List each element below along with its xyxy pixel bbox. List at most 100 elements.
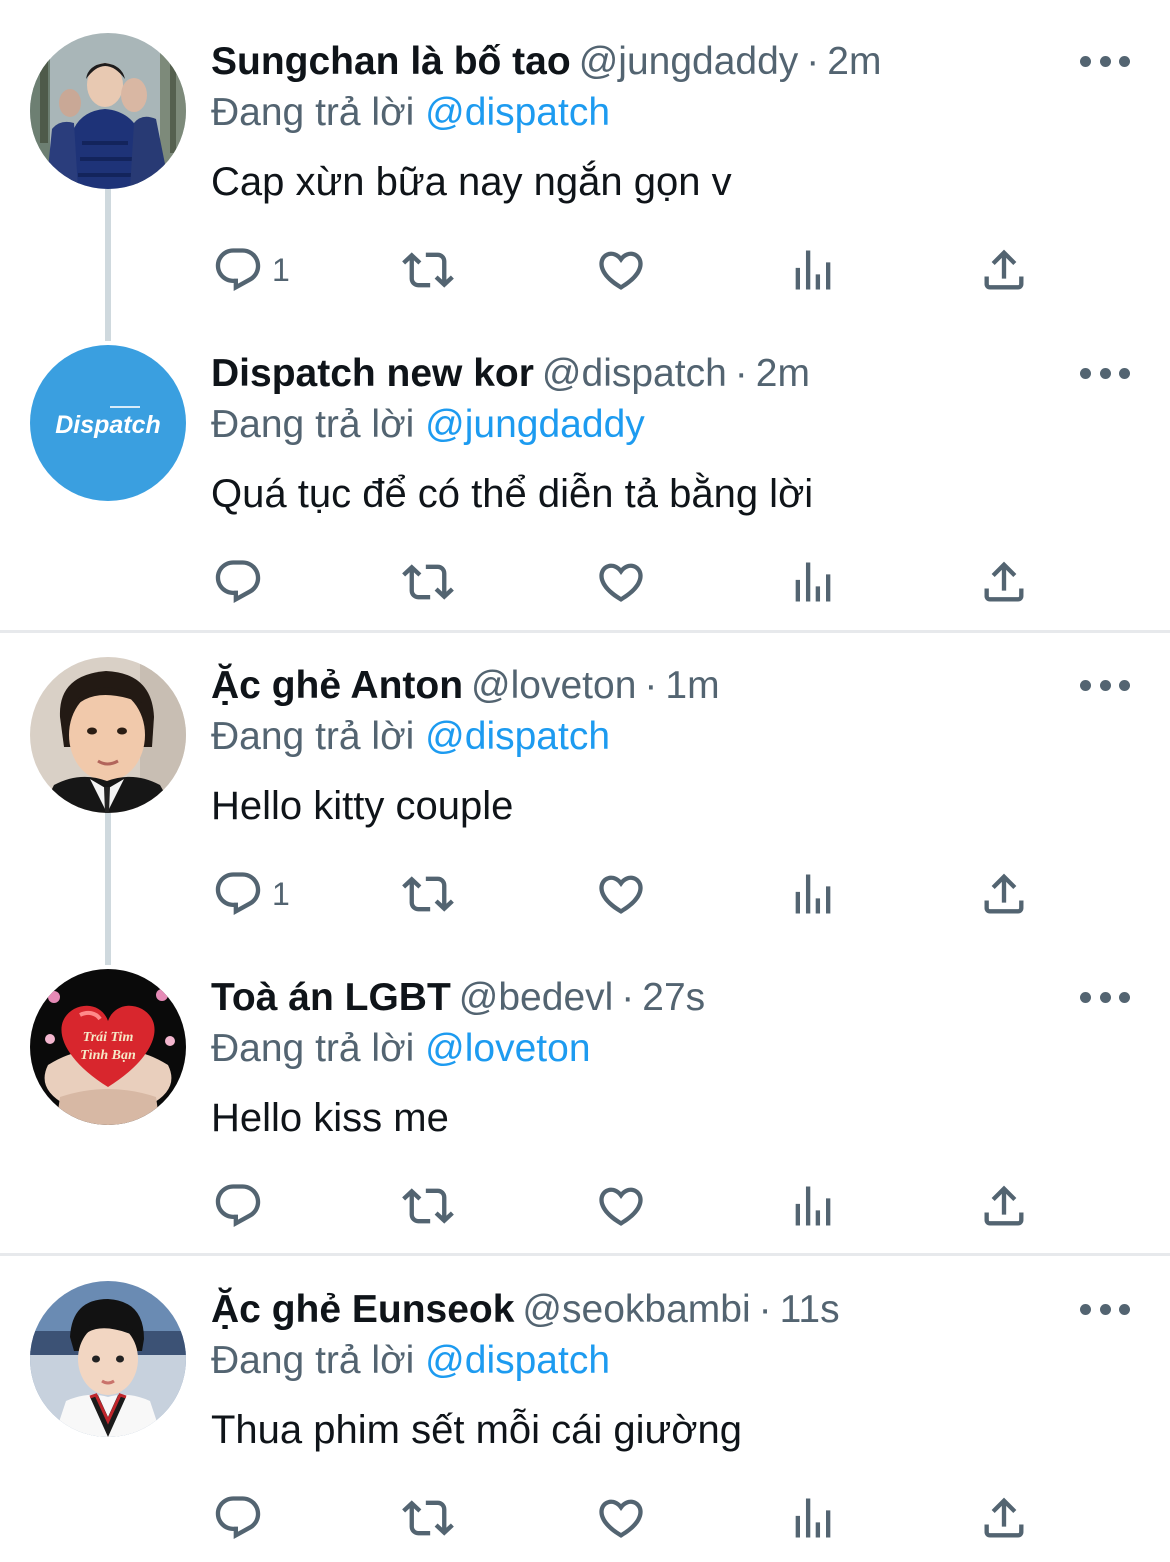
mention-link[interactable]: @dispatch xyxy=(425,715,610,758)
timestamp[interactable]: 27s xyxy=(642,976,705,1019)
tweet-text: Thua phim sết mỗi cái giường xyxy=(211,1408,743,1452)
tweet[interactable]: Trái Tim Tình Bạn Toà án LGBT @bedevl · 27s Đa… xyxy=(0,936,1170,1248)
display-name[interactable]: Ặc ghẻ Eunseok xyxy=(211,1288,514,1331)
bar-chart-icon xyxy=(787,868,839,920)
reply-button[interactable] xyxy=(212,1480,272,1556)
display-name[interactable]: Toà án LGBT xyxy=(211,976,451,1019)
timestamp[interactable]: 1m xyxy=(665,664,719,707)
reply-count: 1 xyxy=(272,252,290,288)
replying-to: Đang trả lời @loveton xyxy=(211,1023,591,1075)
reply-button[interactable]: 1 xyxy=(212,232,290,308)
share-icon xyxy=(978,1180,1030,1232)
tweet-text: Cap xừn bữa nay ngắn gọn v xyxy=(211,160,732,204)
reply-button[interactable] xyxy=(212,1168,272,1244)
like-button[interactable] xyxy=(595,544,647,620)
user-handle[interactable]: @loveton xyxy=(471,664,636,707)
avatar[interactable] xyxy=(30,657,186,813)
share-button[interactable] xyxy=(978,232,1030,308)
user-handle[interactable]: @seokbambi xyxy=(522,1288,750,1331)
reply-count: 1 xyxy=(272,876,290,912)
more-options-icon[interactable] xyxy=(1080,984,1130,1010)
display-name[interactable]: Sungchan là bố tao xyxy=(211,40,571,83)
views-button[interactable] xyxy=(787,232,839,308)
like-button[interactable] xyxy=(595,1480,647,1556)
views-button[interactable] xyxy=(787,1168,839,1244)
tweet-header: Ặc ghẻ Anton @loveton · 1m xyxy=(211,660,1050,712)
replying-to-label: Đang trả lời xyxy=(211,1339,415,1382)
replying-to: Đang trả lời @jungdaddy xyxy=(211,399,645,451)
mention-link[interactable]: @dispatch xyxy=(425,91,610,134)
share-icon xyxy=(978,556,1030,608)
display-name[interactable]: Dispatch new kor xyxy=(211,352,534,395)
views-button[interactable] xyxy=(787,856,839,932)
user-handle[interactable]: @jungdaddy xyxy=(579,40,799,83)
share-button[interactable] xyxy=(978,856,1030,932)
tweet-text: Quá tục để có thể diễn tả bằng lời xyxy=(211,472,814,516)
separator-dot: · xyxy=(734,352,748,395)
retweet-icon xyxy=(402,1180,454,1232)
heart-icon xyxy=(595,1180,647,1232)
tweet-header: Toà án LGBT @bedevl · 27s xyxy=(211,972,1050,1024)
like-button[interactable] xyxy=(595,856,647,932)
replying-to-label: Đang trả lời xyxy=(211,715,415,758)
heart-icon xyxy=(595,1492,647,1544)
avatar[interactable] xyxy=(30,33,186,189)
tweet-header: Ặc ghẻ Eunseok @seokbambi · 11s xyxy=(211,1284,1050,1336)
tweet[interactable]: Ặc ghẻ Anton @loveton · 1m Đang trả lời @dis… xyxy=(0,624,1170,936)
reply-icon xyxy=(212,1492,264,1544)
avatar[interactable]: Trái Tim Tình Bạn xyxy=(30,969,186,1125)
user-handle[interactable]: @bedevl xyxy=(459,976,614,1019)
avatar[interactable] xyxy=(30,1281,186,1437)
replying-to: Đang trả lời @dispatch xyxy=(211,1335,610,1387)
svg-text:Tình Bạn: Tình Bạn xyxy=(80,1048,136,1063)
share-button[interactable] xyxy=(978,544,1030,620)
retweet-button[interactable] xyxy=(402,544,454,620)
share-button[interactable] xyxy=(978,1168,1030,1244)
tweet-text: Hello kiss me xyxy=(211,1096,449,1140)
separator-dot: · xyxy=(806,40,820,83)
share-icon xyxy=(978,244,1030,296)
share-icon xyxy=(978,868,1030,920)
avatar[interactable]: Dispatch xyxy=(30,345,186,501)
tweet[interactable]: Dispatch Dispatch new kor @dispatch · 2m Đang… xyxy=(0,312,1170,624)
tweet[interactable]: Sungchan là bố tao @jungdaddy · 2m Đang trả … xyxy=(0,0,1170,312)
separator-dot: · xyxy=(644,664,658,707)
views-button[interactable] xyxy=(787,544,839,620)
retweet-icon xyxy=(402,244,454,296)
timestamp[interactable]: 2m xyxy=(827,40,881,83)
svg-text:Trái Tim: Trái Tim xyxy=(83,1030,134,1045)
reply-button[interactable]: 1 xyxy=(212,856,290,932)
reply-button[interactable] xyxy=(212,544,272,620)
more-options-icon[interactable] xyxy=(1080,1296,1130,1322)
more-options-icon[interactable] xyxy=(1080,672,1130,698)
tweet[interactable]: Ặc ghẻ Eunseok @seokbambi · 11s Đang trả lời… xyxy=(0,1248,1170,1560)
reply-icon xyxy=(212,868,264,920)
mention-link[interactable]: @dispatch xyxy=(425,1339,610,1382)
user-handle[interactable]: @dispatch xyxy=(542,352,727,395)
separator-dot: · xyxy=(758,1288,772,1331)
retweet-button[interactable] xyxy=(402,1168,454,1244)
bar-chart-icon xyxy=(787,556,839,608)
share-icon xyxy=(978,1492,1030,1544)
retweet-button[interactable] xyxy=(402,856,454,932)
tweet-text: Hello kitty couple xyxy=(211,784,514,828)
more-options-icon[interactable] xyxy=(1080,48,1130,74)
retweet-button[interactable] xyxy=(402,232,454,308)
action-bar xyxy=(0,527,1170,637)
replying-to: Đang trả lời @dispatch xyxy=(211,87,610,139)
mention-link[interactable]: @jungdaddy xyxy=(425,403,645,446)
display-name[interactable]: Ặc ghẻ Anton xyxy=(211,664,463,707)
retweet-button[interactable] xyxy=(402,1480,454,1556)
timestamp[interactable]: 2m xyxy=(756,352,810,395)
share-button[interactable] xyxy=(978,1480,1030,1556)
like-button[interactable] xyxy=(595,1168,647,1244)
heart-icon xyxy=(595,868,647,920)
like-button[interactable] xyxy=(595,232,647,308)
action-bar xyxy=(0,1463,1170,1562)
more-options-icon[interactable] xyxy=(1080,360,1130,386)
replying-to-label: Đang trả lời xyxy=(211,1027,415,1070)
views-button[interactable] xyxy=(787,1480,839,1556)
timestamp[interactable]: 11s xyxy=(780,1288,840,1331)
mention-link[interactable]: @loveton xyxy=(425,1027,590,1070)
retweet-icon xyxy=(402,556,454,608)
